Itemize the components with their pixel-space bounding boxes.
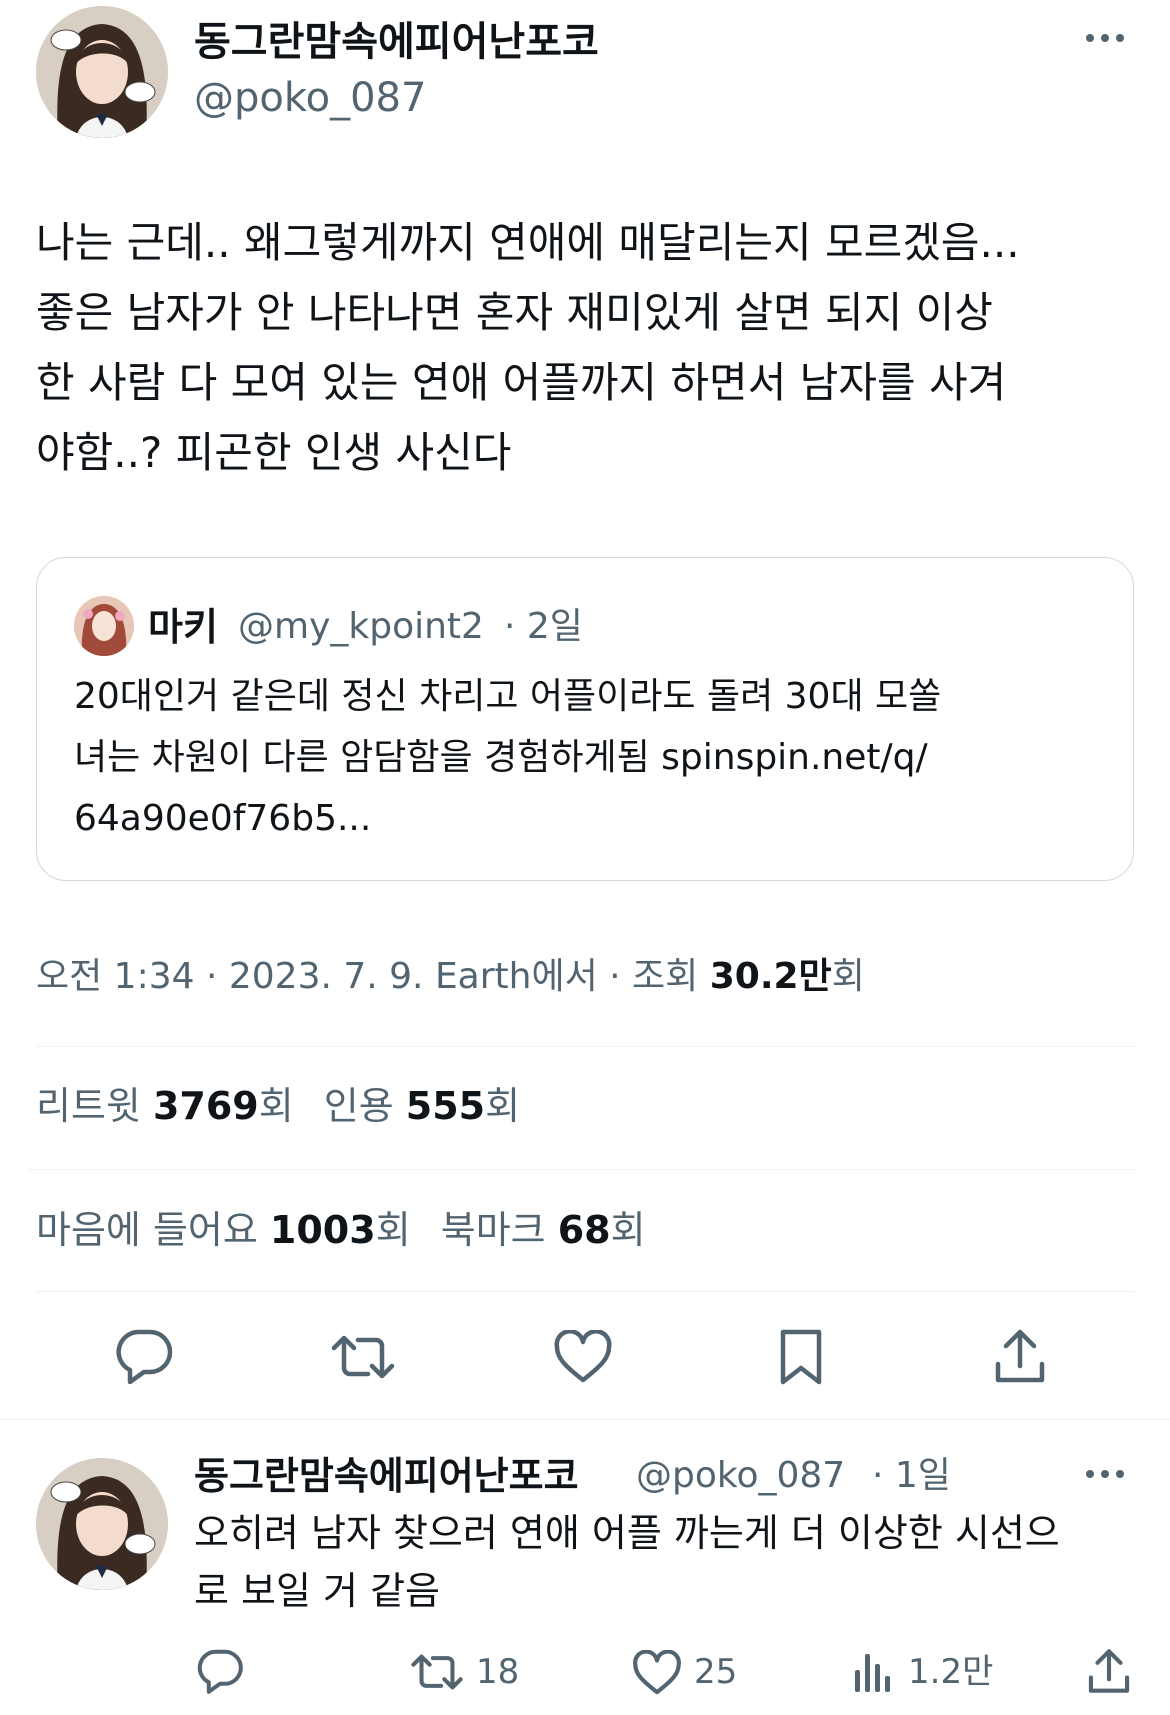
likes-label: 마음에 들어요 (36, 1208, 270, 1252)
quoted-display-name[interactable]: 마키 (148, 604, 218, 650)
view-count: 30.2만 (709, 956, 832, 997)
author-avatar[interactable] (36, 6, 168, 138)
quoted-handle[interactable]: @my_kpoint2 (238, 604, 484, 650)
stats-row-reposts: 리트윗 3769회 인용 555회 (36, 1080, 520, 1132)
reply-timestamp[interactable]: · 1일 (872, 1452, 951, 1500)
view-count-suffix: 회 (831, 956, 865, 997)
reply-icon[interactable] (114, 1328, 174, 1384)
tweet-body-line: 나는 근데.. 왜그렇게까지 연애에 매달리는지 모르겠음... (36, 218, 1020, 267)
reply-body-line: 오히려 남자 찾으러 연애 어플 까는게 더 이상한 시선으 (194, 1511, 1060, 1555)
reply-retweet-icon[interactable] (410, 1650, 464, 1694)
quotes-value: 555 (405, 1084, 486, 1128)
author-display-name[interactable]: 동그란맘속에피어난포코 (194, 18, 599, 66)
quoted-body-line: 20대인거 같은데 정신 차리고 어플이라도 돌려 30대 모쏠 (74, 676, 942, 717)
retweets-suffix: 회 (258, 1084, 294, 1128)
retweets-value: 3769 (152, 1084, 259, 1128)
tweet-meta: 오전 1:34 · 2023. 7. 9. Earth에서 · 조회 30.2만… (36, 952, 865, 1002)
quoted-body-line: 녀는 차원이 다른 암담함을 경험하게됨 spinspin.net/q/ (74, 737, 928, 778)
tweet-body-line: 좋은 남자가 안 나타나면 혼자 재미있게 살면 되지 이상 (36, 288, 993, 337)
author-handle[interactable]: @poko_087 (194, 74, 426, 122)
divider (36, 1291, 1134, 1292)
divider (28, 1169, 1134, 1170)
quotes-label: 인용 (323, 1084, 406, 1128)
reply-share-icon[interactable] (1086, 1646, 1132, 1696)
bookmarks-label: 북마크 (440, 1208, 558, 1252)
quotes-stat[interactable]: 인용 555회 (324, 1084, 520, 1128)
section-divider (0, 1419, 1170, 1420)
reply-retweet-count[interactable]: 18 (476, 1650, 519, 1694)
retweets-stat[interactable]: 리트윗 3769회 (36, 1084, 294, 1128)
tweet-body: 나는 근데.. 왜그렇게까지 연애에 매달리는지 모르겠음... 좋은 남자가 … (36, 208, 1136, 488)
bookmarks-value: 68 (557, 1208, 611, 1252)
quoted-timestamp[interactable]: · 2일 (504, 604, 583, 650)
quoted-body-line: 64a90e0f76b5... (74, 798, 372, 839)
tweet-body-line: 야함..? 피곤한 인생 사신다 (36, 428, 512, 477)
reply-display-name[interactable]: 동그란맘속에피어난포코 (194, 1452, 579, 1500)
likes-suffix: 회 (375, 1208, 411, 1252)
likes-value: 1003 (269, 1208, 376, 1252)
reply-more-options-icon[interactable] (1082, 1466, 1128, 1482)
likes-stat[interactable]: 마음에 들어요 1003회 (36, 1208, 411, 1252)
reply-view-count[interactable]: 1.2만 (908, 1650, 993, 1694)
reply-body: 오히려 남자 찾으러 연애 어플 까는게 더 이상한 시선으 로 보일 거 같음 (194, 1504, 1144, 1620)
divider (36, 1046, 1134, 1047)
bookmarks-stat[interactable]: 북마크 68회 (441, 1208, 646, 1252)
tweet-meta-time-source: 오전 1:34 · 2023. 7. 9. Earth에서 · 조회 (36, 956, 710, 997)
like-icon[interactable] (553, 1330, 613, 1384)
reply-handle[interactable]: @poko_087 (636, 1452, 845, 1500)
quoted-body: 20대인거 같은데 정신 차리고 어플이라도 돌려 30대 모쏠 녀는 차원이 … (74, 666, 1114, 849)
reply-like-icon[interactable] (632, 1650, 682, 1696)
reply-body-line: 로 보일 거 같음 (194, 1569, 440, 1613)
quotes-suffix: 회 (485, 1084, 521, 1128)
bookmark-icon[interactable] (777, 1328, 825, 1386)
share-icon[interactable] (992, 1326, 1048, 1386)
reply-reply-icon[interactable] (196, 1648, 244, 1694)
quoted-author-avatar[interactable] (74, 596, 134, 656)
retweets-label: 리트윗 (36, 1084, 153, 1128)
reply-like-count[interactable]: 25 (694, 1650, 737, 1694)
bookmarks-suffix: 회 (610, 1208, 646, 1252)
reply-views-icon[interactable] (852, 1650, 892, 1694)
retweet-icon[interactable] (330, 1330, 396, 1384)
more-options-icon[interactable] (1082, 30, 1128, 46)
tweet-body-line: 한 사람 다 모여 있는 연애 어플까지 하면서 남자를 사겨 (36, 358, 1007, 407)
stats-row-likes: 마음에 들어요 1003회 북마크 68회 (36, 1204, 646, 1256)
reply-author-avatar[interactable] (36, 1458, 168, 1590)
